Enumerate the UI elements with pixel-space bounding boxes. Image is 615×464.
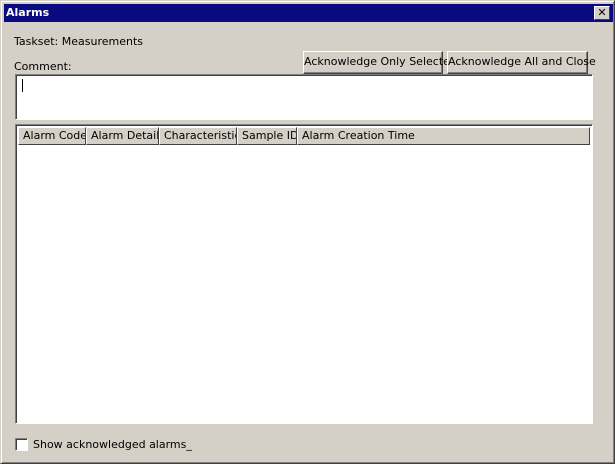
close-button[interactable]: ✕ (594, 6, 610, 20)
column-header-alarm-details[interactable]: Alarm Details (86, 127, 159, 145)
comment-label: Comment: (14, 60, 72, 73)
column-header-characteristic[interactable]: Characteristic (159, 127, 237, 145)
text-caret (22, 79, 23, 92)
show-acknowledged-checkbox[interactable] (15, 438, 28, 451)
acknowledge-only-selected-button[interactable]: Acknowledge Only Selected (303, 51, 457, 74)
column-header-sample-id[interactable]: Sample ID (237, 127, 297, 145)
column-header-alarm-creation-time[interactable]: Alarm Creation Time (297, 127, 590, 145)
alarms-table[interactable]: Alarm Code Alarm Details Characteristic … (15, 124, 593, 424)
show-acknowledged-label[interactable]: Show acknowledged alarms_ (33, 438, 192, 451)
window-title: Alarms (6, 6, 50, 19)
acknowledge-all-and-close-button[interactable]: Acknowledge All and Close (447, 51, 596, 74)
alarms-window: Alarms ✕ Taskset: Measurements Comment: … (0, 0, 615, 464)
column-header-alarm-code[interactable]: Alarm Code (18, 127, 86, 145)
table-header: Alarm Code Alarm Details Characteristic … (18, 127, 590, 145)
comment-input[interactable] (15, 74, 593, 120)
title-bar: Alarms ✕ (4, 4, 613, 22)
taskset-label: Taskset: Measurements (14, 35, 144, 48)
close-icon: ✕ (597, 6, 607, 19)
